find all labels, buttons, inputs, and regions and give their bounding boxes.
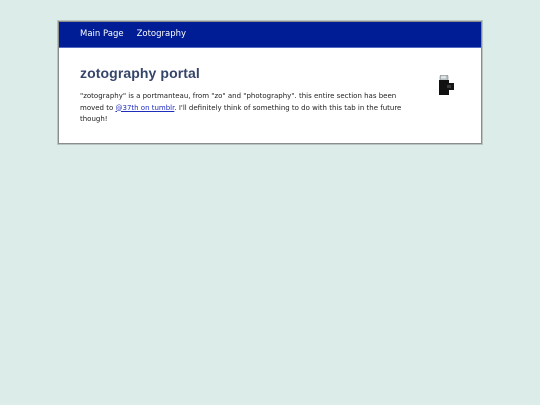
camera-icon xyxy=(438,74,456,95)
page-title: zotography portal xyxy=(80,65,200,81)
page-container: Main Page Zotography zotography portal "… xyxy=(58,21,482,144)
main-content: zotography portal "zotography" is a port… xyxy=(59,48,481,126)
top-navigation: Main Page Zotography xyxy=(59,22,481,48)
nav-link-main-page[interactable]: Main Page xyxy=(80,30,124,39)
tumblr-link[interactable]: @37th on tumblr xyxy=(115,104,174,112)
nav-link-zotography[interactable]: Zotography xyxy=(137,30,186,39)
body-paragraph: "zotography" is a portmanteau, from "zo"… xyxy=(80,91,415,126)
